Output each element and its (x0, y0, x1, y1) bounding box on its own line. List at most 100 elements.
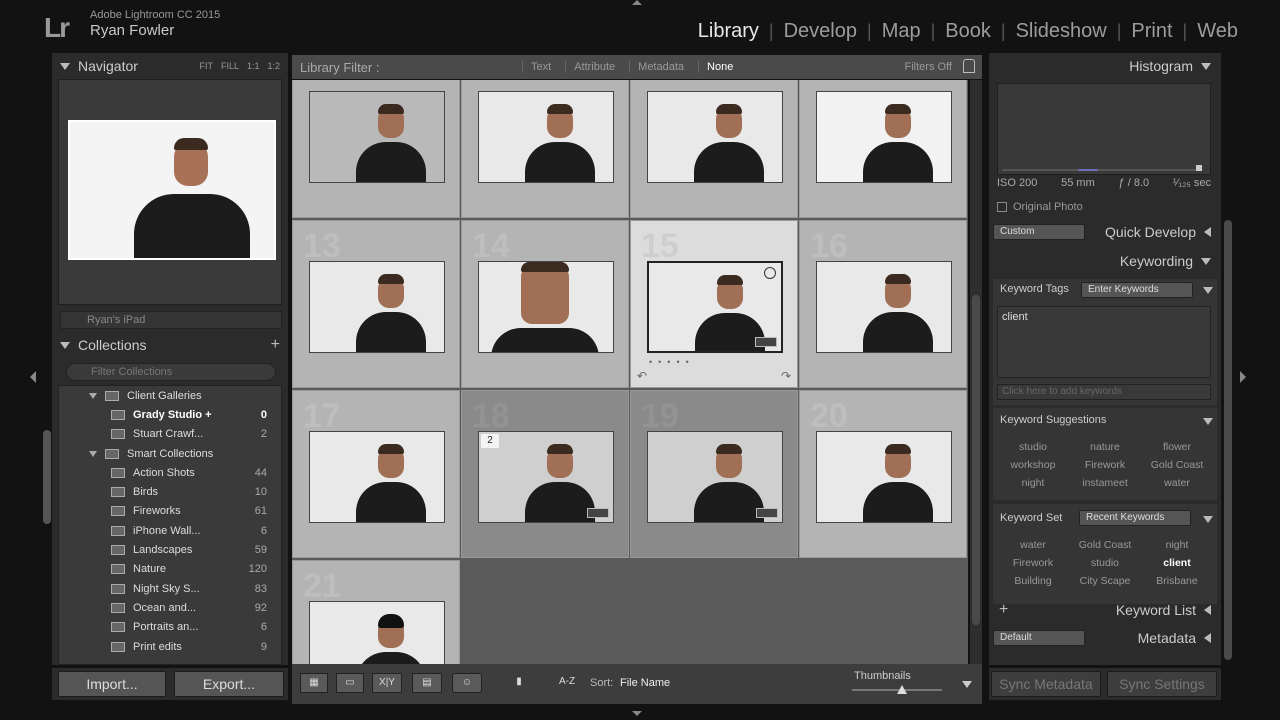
rotate-right-icon[interactable]: ↷ (781, 369, 791, 383)
keyword-suggestion[interactable]: night (997, 477, 1069, 489)
stack-count-badge[interactable]: 2 (481, 434, 499, 448)
metadata-preset[interactable]: Default (993, 630, 1085, 646)
add-keyword-icon[interactable]: + (999, 601, 1008, 619)
filter-text[interactable]: Text (522, 61, 551, 73)
metadata-header[interactable]: Metadata (1091, 625, 1221, 651)
lock-icon[interactable] (963, 59, 975, 73)
metadata-badge-icon[interactable] (755, 337, 777, 347)
collection-row[interactable]: Print edits 9 (59, 637, 281, 656)
sort-direction-icon[interactable]: A-Z (550, 673, 584, 693)
keyword-set-item[interactable]: Firework (997, 557, 1069, 569)
quick-develop-header[interactable]: Quick Develop (1091, 219, 1221, 245)
collection-row[interactable]: Landscapes 59 (59, 540, 281, 559)
navigator-preview[interactable] (58, 79, 282, 305)
filter-collections-input[interactable]: Filter Collections (66, 363, 276, 381)
right-panel-toggle-icon[interactable] (1240, 371, 1246, 383)
photo-thumbnail[interactable]: 2 (478, 431, 614, 523)
histogram-header[interactable]: Histogram (989, 53, 1221, 79)
publish-device-item[interactable]: Ryan's iPad (60, 311, 282, 329)
compare-view-icon[interactable]: X|Y (372, 673, 402, 693)
keyword-set-item[interactable]: client (1141, 557, 1213, 569)
grid-cell[interactable] (630, 80, 798, 218)
collapse-triangle-icon[interactable] (1203, 418, 1213, 425)
keyword-set-item[interactable]: Gold Coast (1069, 539, 1141, 551)
add-collection-icon[interactable]: + (271, 336, 280, 354)
keyword-set-item[interactable]: studio (1069, 557, 1141, 569)
grid-view-icon[interactable]: ▦ (300, 673, 328, 693)
photo-thumbnail[interactable] (309, 261, 445, 353)
photo-thumbnail[interactable] (647, 431, 783, 523)
collection-row[interactable]: Nature 120 (59, 560, 281, 579)
left-panel-toggle-icon[interactable] (30, 371, 36, 383)
photo-thumbnail[interactable] (309, 431, 445, 523)
keyword-suggestion[interactable]: Gold Coast (1141, 459, 1213, 471)
keyword-suggestion[interactable]: water (1141, 477, 1213, 489)
grid-cell[interactable]: 19 (630, 390, 798, 558)
zoom-1-2[interactable]: 1:2 (267, 61, 280, 71)
import-button[interactable]: Import... (58, 671, 166, 697)
photo-thumbnail[interactable] (816, 431, 952, 523)
photo-thumbnail[interactable] (478, 261, 614, 353)
metadata-badge-icon[interactable] (756, 508, 778, 518)
module-library[interactable]: Library (698, 20, 759, 43)
grid-cell[interactable]: 21 (292, 560, 460, 664)
collection-row[interactable]: iPhone Wall... 6 (59, 521, 281, 540)
collection-row[interactable]: Night Sky S... 83 (59, 579, 281, 598)
add-keywords-input[interactable]: Click here to add keywords (997, 384, 1211, 400)
keyword-suggestion[interactable]: flower (1141, 441, 1213, 453)
grid-scrollbar[interactable] (970, 80, 982, 664)
collapse-triangle-icon[interactable] (1204, 227, 1211, 237)
photo-thumbnail[interactable] (816, 91, 952, 183)
keyword-suggestion[interactable]: instameet (1069, 477, 1141, 489)
quick-develop-preset[interactable]: Custom (993, 224, 1085, 240)
slider-knob[interactable] (896, 685, 907, 694)
photo-thumbnail[interactable] (309, 601, 445, 664)
keyword-suggestion[interactable]: workshop (997, 459, 1069, 471)
sync-settings-button[interactable]: Sync Settings (1107, 671, 1217, 697)
survey-view-icon[interactable]: ▤ (412, 673, 442, 693)
toolbar-menu-icon[interactable] (962, 681, 972, 688)
collapse-triangle-icon[interactable] (1204, 633, 1211, 643)
keyword-list-header[interactable]: + Keyword List (989, 597, 1221, 623)
keywording-header[interactable]: Keywording (1021, 248, 1221, 274)
filters-off-dropdown[interactable]: Filters Off (905, 61, 952, 73)
rotate-left-icon[interactable]: ↶ (637, 369, 647, 383)
module-map[interactable]: Map (882, 20, 921, 43)
photo-thumbnail[interactable] (647, 91, 783, 183)
rating-stars[interactable]: ••••• (649, 357, 695, 367)
metadata-badge-icon[interactable] (587, 508, 609, 518)
module-develop[interactable]: Develop (784, 20, 857, 43)
collapse-triangle-icon[interactable] (1201, 257, 1211, 265)
collections-header[interactable]: Collections + (52, 332, 288, 358)
zoom-fit[interactable]: FIT (199, 61, 213, 71)
collection-row[interactable]: Portraits an... 6 (59, 618, 281, 637)
keyword-set-item[interactable]: Building (997, 575, 1069, 587)
photo-thumbnail[interactable] (309, 91, 445, 183)
collection-row[interactable]: Ocean and... 92 (59, 598, 281, 617)
keyword-set-item[interactable]: Brisbane (1141, 575, 1213, 587)
zoom-fill[interactable]: FILL (221, 61, 239, 71)
right-panel-scrollbar[interactable] (1224, 220, 1232, 660)
loupe-view-icon[interactable]: ▭ (336, 673, 364, 693)
thumbnail-size-slider[interactable] (852, 685, 942, 694)
histogram-graph[interactable] (997, 83, 1211, 175)
photo-thumbnail[interactable] (816, 261, 952, 353)
keyword-set-item[interactable]: City Scape (1069, 575, 1141, 587)
collapse-triangle-icon[interactable] (60, 62, 70, 70)
grid-cell[interactable] (461, 80, 629, 218)
keyword-suggestion[interactable]: studio (997, 441, 1069, 453)
collapse-triangle-icon[interactable] (60, 341, 70, 349)
grid-cell[interactable]: 17 (292, 390, 460, 558)
photo-thumbnail[interactable] (478, 91, 614, 183)
module-print[interactable]: Print (1131, 20, 1172, 43)
collapse-triangle-icon[interactable] (1203, 287, 1213, 294)
grid-cell[interactable]: 20 (799, 390, 967, 558)
quick-collection-icon[interactable] (764, 267, 776, 279)
collection-row[interactable]: Grady Studio + 0 (59, 405, 281, 424)
keyword-set-dropdown[interactable]: Recent Keywords (1079, 510, 1191, 526)
grid-cell[interactable]: 14 (461, 220, 629, 388)
export-button[interactable]: Export... (174, 671, 284, 697)
grid-cell[interactable] (799, 80, 967, 218)
navigator-header[interactable]: Navigator FIT FILL 1:1 1:2 (52, 53, 288, 79)
module-slideshow[interactable]: Slideshow (1016, 20, 1107, 43)
